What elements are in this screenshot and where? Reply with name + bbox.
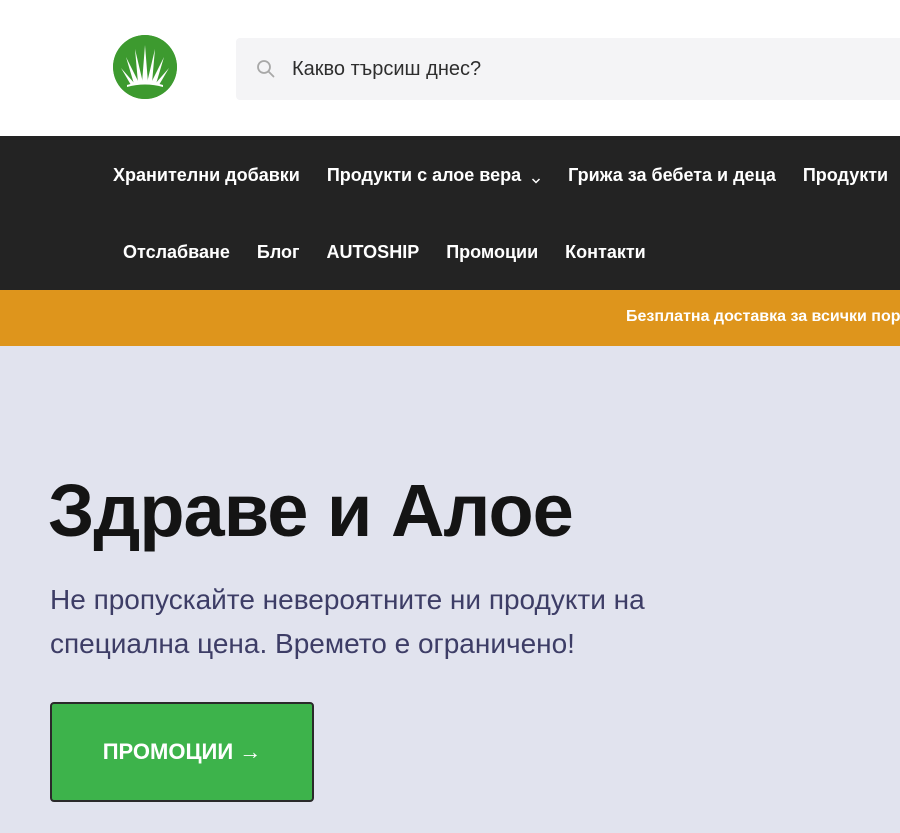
nav-item-label: Промоции [446, 241, 539, 262]
hero-subtitle-line-1: Не пропускайте невероятните ни продукти … [50, 584, 645, 615]
nav-item-label: Продукти с алое вера [326, 164, 522, 185]
hero-title: Здраве и Алое [48, 469, 574, 552]
free-shipping-text: Безплатна доставка за всички поръчки [626, 308, 900, 325]
nav-item-aloe-products[interactable]: Продукти с алое вера [327, 136, 541, 214]
nav-item-baby-care[interactable]: Грижа за бебета и деца [568, 136, 776, 214]
nav-item-contacts[interactable]: Контакти [565, 214, 646, 290]
nav-item-label: Продукти [802, 164, 889, 185]
main-navigation: Хранителни добавки Продукти с алое вера … [0, 136, 900, 290]
nav-item-supplements[interactable]: Хранителни добавки [113, 136, 300, 214]
nav-item-blog[interactable]: Блог [257, 214, 300, 290]
nav-row-primary: Хранителни добавки Продукти с алое вера … [113, 136, 900, 214]
site-header [0, 0, 900, 136]
promo-bar: Безплатна доставка за всички поръчки [0, 290, 900, 346]
nav-item-label: Отслабване [123, 241, 230, 262]
aloe-logo-icon[interactable] [113, 35, 177, 99]
search-bar [236, 38, 900, 100]
nav-item-label: Блог [256, 241, 300, 262]
nav-item-products[interactable]: Продукти [803, 136, 888, 214]
promotions-cta-button[interactable]: ПРОМОЦИИ → [50, 702, 314, 802]
nav-item-label: Контакти [565, 241, 646, 262]
hero-subtitle: Не пропускайте невероятните ни продукти … [50, 578, 730, 666]
nav-item-label: AUTOSHIP [326, 241, 420, 262]
hero-section: Здраве и Алое Не пропускайте невероятнит… [0, 346, 900, 833]
cta-label: ПРОМОЦИИ → [102, 739, 262, 764]
nav-item-label: Хранителни добавки [113, 164, 300, 185]
search-icon [256, 59, 276, 79]
chevron-down-icon [531, 170, 541, 184]
nav-item-autoship[interactable]: AUTOSHIP [327, 214, 420, 290]
nav-item-label: Грижа за бебета и деца [568, 164, 776, 185]
nav-item-weight-loss[interactable]: Отслабване [123, 214, 230, 290]
hero-subtitle-line-2: специална цена. Времето е ограничено! [50, 628, 575, 659]
nav-row-secondary: Отслабване Блог AUTOSHIP Промоции Контак… [123, 214, 673, 290]
page: Хранителни добавки Продукти с алое вера … [0, 0, 900, 833]
search-input[interactable] [292, 38, 892, 100]
nav-item-promotions[interactable]: Промоции [446, 214, 538, 290]
